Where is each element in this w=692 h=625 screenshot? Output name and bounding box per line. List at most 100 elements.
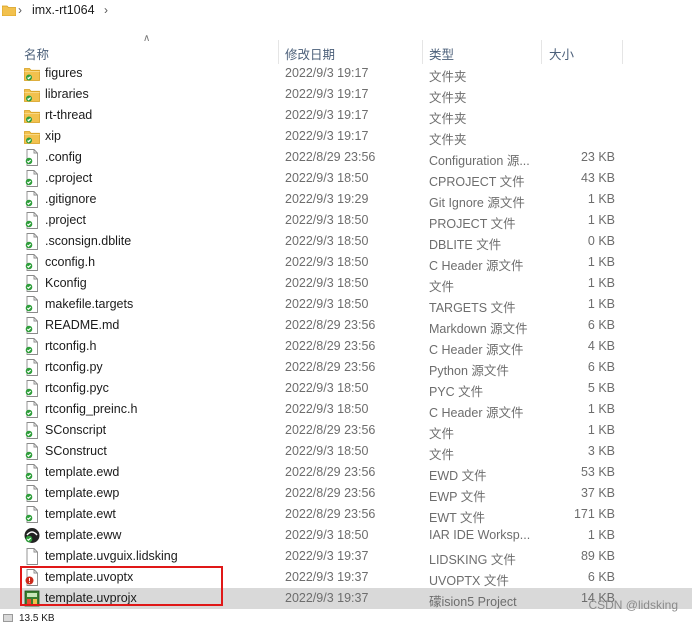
- chevron-right-icon[interactable]: ›: [104, 3, 108, 17]
- column-size[interactable]: 大小: [549, 44, 574, 63]
- breadcrumb-current[interactable]: imx.-rt1064: [32, 3, 95, 17]
- file-row[interactable]: rtconfig_preinc.h 2022/9/3 18:50 C Header …: [0, 399, 692, 420]
- column-name[interactable]: 名称: [24, 44, 49, 63]
- file-date: 2022/9/3 19:17: [285, 129, 369, 143]
- file-size: 43 KB: [580, 171, 615, 185]
- file-name: README.md: [45, 318, 120, 332]
- file-name: figures: [45, 66, 83, 80]
- file-row[interactable]: template.uvoptx 2022/9/3 19:37 UVOPTX 文件 6 …: [0, 567, 692, 588]
- file-date: 2022/9/3 19:37: [285, 570, 369, 584]
- chevron-right-icon[interactable]: ›: [18, 3, 22, 17]
- file-date: 2022/8/29 23:56: [285, 465, 376, 479]
- file-row[interactable]: template.ewd 2022/8/29 23:56 EWD 文件 53 KB: [0, 462, 692, 483]
- file-row[interactable]: .sconsign.dblite 2022/9/3 18:50 DBLITE 文件 0…: [0, 231, 692, 252]
- file-type: EWT 文件: [429, 511, 486, 525]
- file-row[interactable]: rtconfig.h 2022/8/29 23:56 C Header 源文件 4 K…: [0, 336, 692, 357]
- column-modified[interactable]: 修改日期: [285, 44, 335, 63]
- file-date: 2022/9/3 18:50: [285, 171, 369, 185]
- file-size: 1 KB: [587, 276, 615, 290]
- file-name: rt-thread: [45, 108, 93, 122]
- file-synced-icon: [24, 506, 40, 523]
- file-row[interactable]: xip 2022/9/3 19:17 文件夹: [0, 126, 692, 147]
- file-type: EWP 文件: [429, 490, 486, 504]
- file-row[interactable]: template.uvguix.lidsking 2022/9/3 19:37 LI…: [0, 546, 692, 567]
- file-size: 171 KB: [573, 507, 615, 521]
- file-synced-icon: [24, 380, 40, 397]
- file-name: xip: [45, 129, 61, 143]
- column-type[interactable]: 类型: [429, 44, 454, 63]
- file-name: rtconfig.h: [45, 339, 97, 353]
- file-name: .project: [45, 213, 86, 227]
- folder-icon: [24, 65, 40, 82]
- file-type: 文件夹: [429, 70, 467, 84]
- file-row[interactable]: template.ewt 2022/8/29 23:56 EWT 文件 171 KB: [0, 504, 692, 525]
- file-size: 1 KB: [587, 528, 615, 542]
- file-name: rtconfig.pyc: [45, 381, 109, 395]
- file-type: LIDSKING 文件: [429, 553, 516, 567]
- file-row[interactable]: SConstruct 2022/9/3 18:50 文件 3 KB: [0, 441, 692, 462]
- file-date: 2022/9/3 19:37: [285, 591, 369, 605]
- file-date: 2022/9/3 18:50: [285, 213, 369, 227]
- file-type: DBLITE 文件: [429, 238, 502, 252]
- column-divider[interactable]: [278, 40, 279, 64]
- file-size: 1 KB: [587, 423, 615, 437]
- file-date: 2022/8/29 23:56: [285, 339, 376, 353]
- file-type: TARGETS 文件: [429, 301, 516, 315]
- folder-icon: [24, 128, 40, 145]
- file-row[interactable]: README.md 2022/8/29 23:56 Markdown 源文件 6 KB: [0, 315, 692, 336]
- file-synced-icon: [24, 170, 40, 187]
- file-row[interactable]: rtconfig.pyc 2022/9/3 18:50 PYC 文件 5 KB: [0, 378, 692, 399]
- file-row[interactable]: figures 2022/9/3 19:17 文件夹: [0, 63, 692, 84]
- file-name: template.uvprojx: [45, 591, 137, 605]
- file-row[interactable]: template.ewp 2022/8/29 23:56 EWP 文件 37 KB: [0, 483, 692, 504]
- file-date: 2022/8/29 23:56: [285, 360, 376, 374]
- file-row[interactable]: .project 2022/9/3 18:50 PROJECT 文件 1 KB: [0, 210, 692, 231]
- file-synced-icon: [24, 275, 40, 292]
- file-size: 37 KB: [580, 486, 615, 500]
- file-synced-icon: [24, 359, 40, 376]
- watermark: CSDN @lidsking: [588, 598, 678, 612]
- file-type: 文件: [429, 448, 455, 462]
- file-date: 2022/9/3 18:50: [285, 234, 369, 248]
- file-synced-icon: [24, 317, 40, 334]
- file-type: 文件: [429, 280, 455, 294]
- file-row[interactable]: makefile.targets 2022/9/3 18:50 TARGETS 文件…: [0, 294, 692, 315]
- file-row[interactable]: cconfig.h 2022/9/3 18:50 C Header 源文件 1 KB: [0, 252, 692, 273]
- file-name: Kconfig: [45, 276, 87, 290]
- file-size: 5 KB: [587, 381, 615, 395]
- file-name: template.ewd: [45, 465, 120, 479]
- file-type: Git Ignore 源文件: [429, 196, 525, 210]
- file-size: 1 KB: [587, 213, 615, 227]
- file-synced-icon: [24, 191, 40, 208]
- column-divider[interactable]: [541, 40, 542, 64]
- column-divider[interactable]: [622, 40, 623, 64]
- file-size: 23 KB: [580, 150, 615, 164]
- file-row[interactable]: .gitignore 2022/9/3 19:29 Git Ignore 源文件 1 …: [0, 189, 692, 210]
- file-error-icon: [24, 569, 40, 586]
- file-row[interactable]: template.eww 2022/9/3 18:50 IAR IDE Worksp…: [0, 525, 692, 546]
- file-date: 2022/8/29 23:56: [285, 486, 376, 500]
- file-synced-icon: [24, 464, 40, 481]
- file-name: libraries: [45, 87, 89, 101]
- column-divider[interactable]: [422, 40, 423, 64]
- file-row[interactable]: .config 2022/8/29 23:56 Configuration 源...…: [0, 147, 692, 168]
- status-bar: 13.5 KB: [0, 612, 692, 624]
- file-row[interactable]: .cproject 2022/9/3 18:50 CPROJECT 文件 43 KB: [0, 168, 692, 189]
- file-size: 1 KB: [587, 255, 615, 269]
- file-date: 2022/9/3 18:50: [285, 381, 369, 395]
- file-synced-icon: [24, 149, 40, 166]
- status-text: 13.5 KB: [19, 613, 55, 624]
- file-row[interactable]: SConscript 2022/8/29 23:56 文件 1 KB: [0, 420, 692, 441]
- file-size: 1 KB: [587, 402, 615, 416]
- file-type: IAR IDE Worksp...: [429, 528, 531, 542]
- file-date: 2022/9/3 18:50: [285, 402, 369, 416]
- file-row[interactable]: rtconfig.py 2022/8/29 23:56 Python 源文件 6 KB: [0, 357, 692, 378]
- file-name: .config: [45, 150, 82, 164]
- file-synced-icon: [24, 485, 40, 502]
- file-row[interactable]: rt-thread 2022/9/3 19:17 文件夹: [0, 105, 692, 126]
- file-row[interactable]: Kconfig 2022/9/3 18:50 文件 1 KB: [0, 273, 692, 294]
- file-size: 6 KB: [587, 570, 615, 584]
- file-type: PYC 文件: [429, 385, 484, 399]
- file-date: 2022/8/29 23:56: [285, 150, 376, 164]
- file-row[interactable]: libraries 2022/9/3 19:17 文件夹: [0, 84, 692, 105]
